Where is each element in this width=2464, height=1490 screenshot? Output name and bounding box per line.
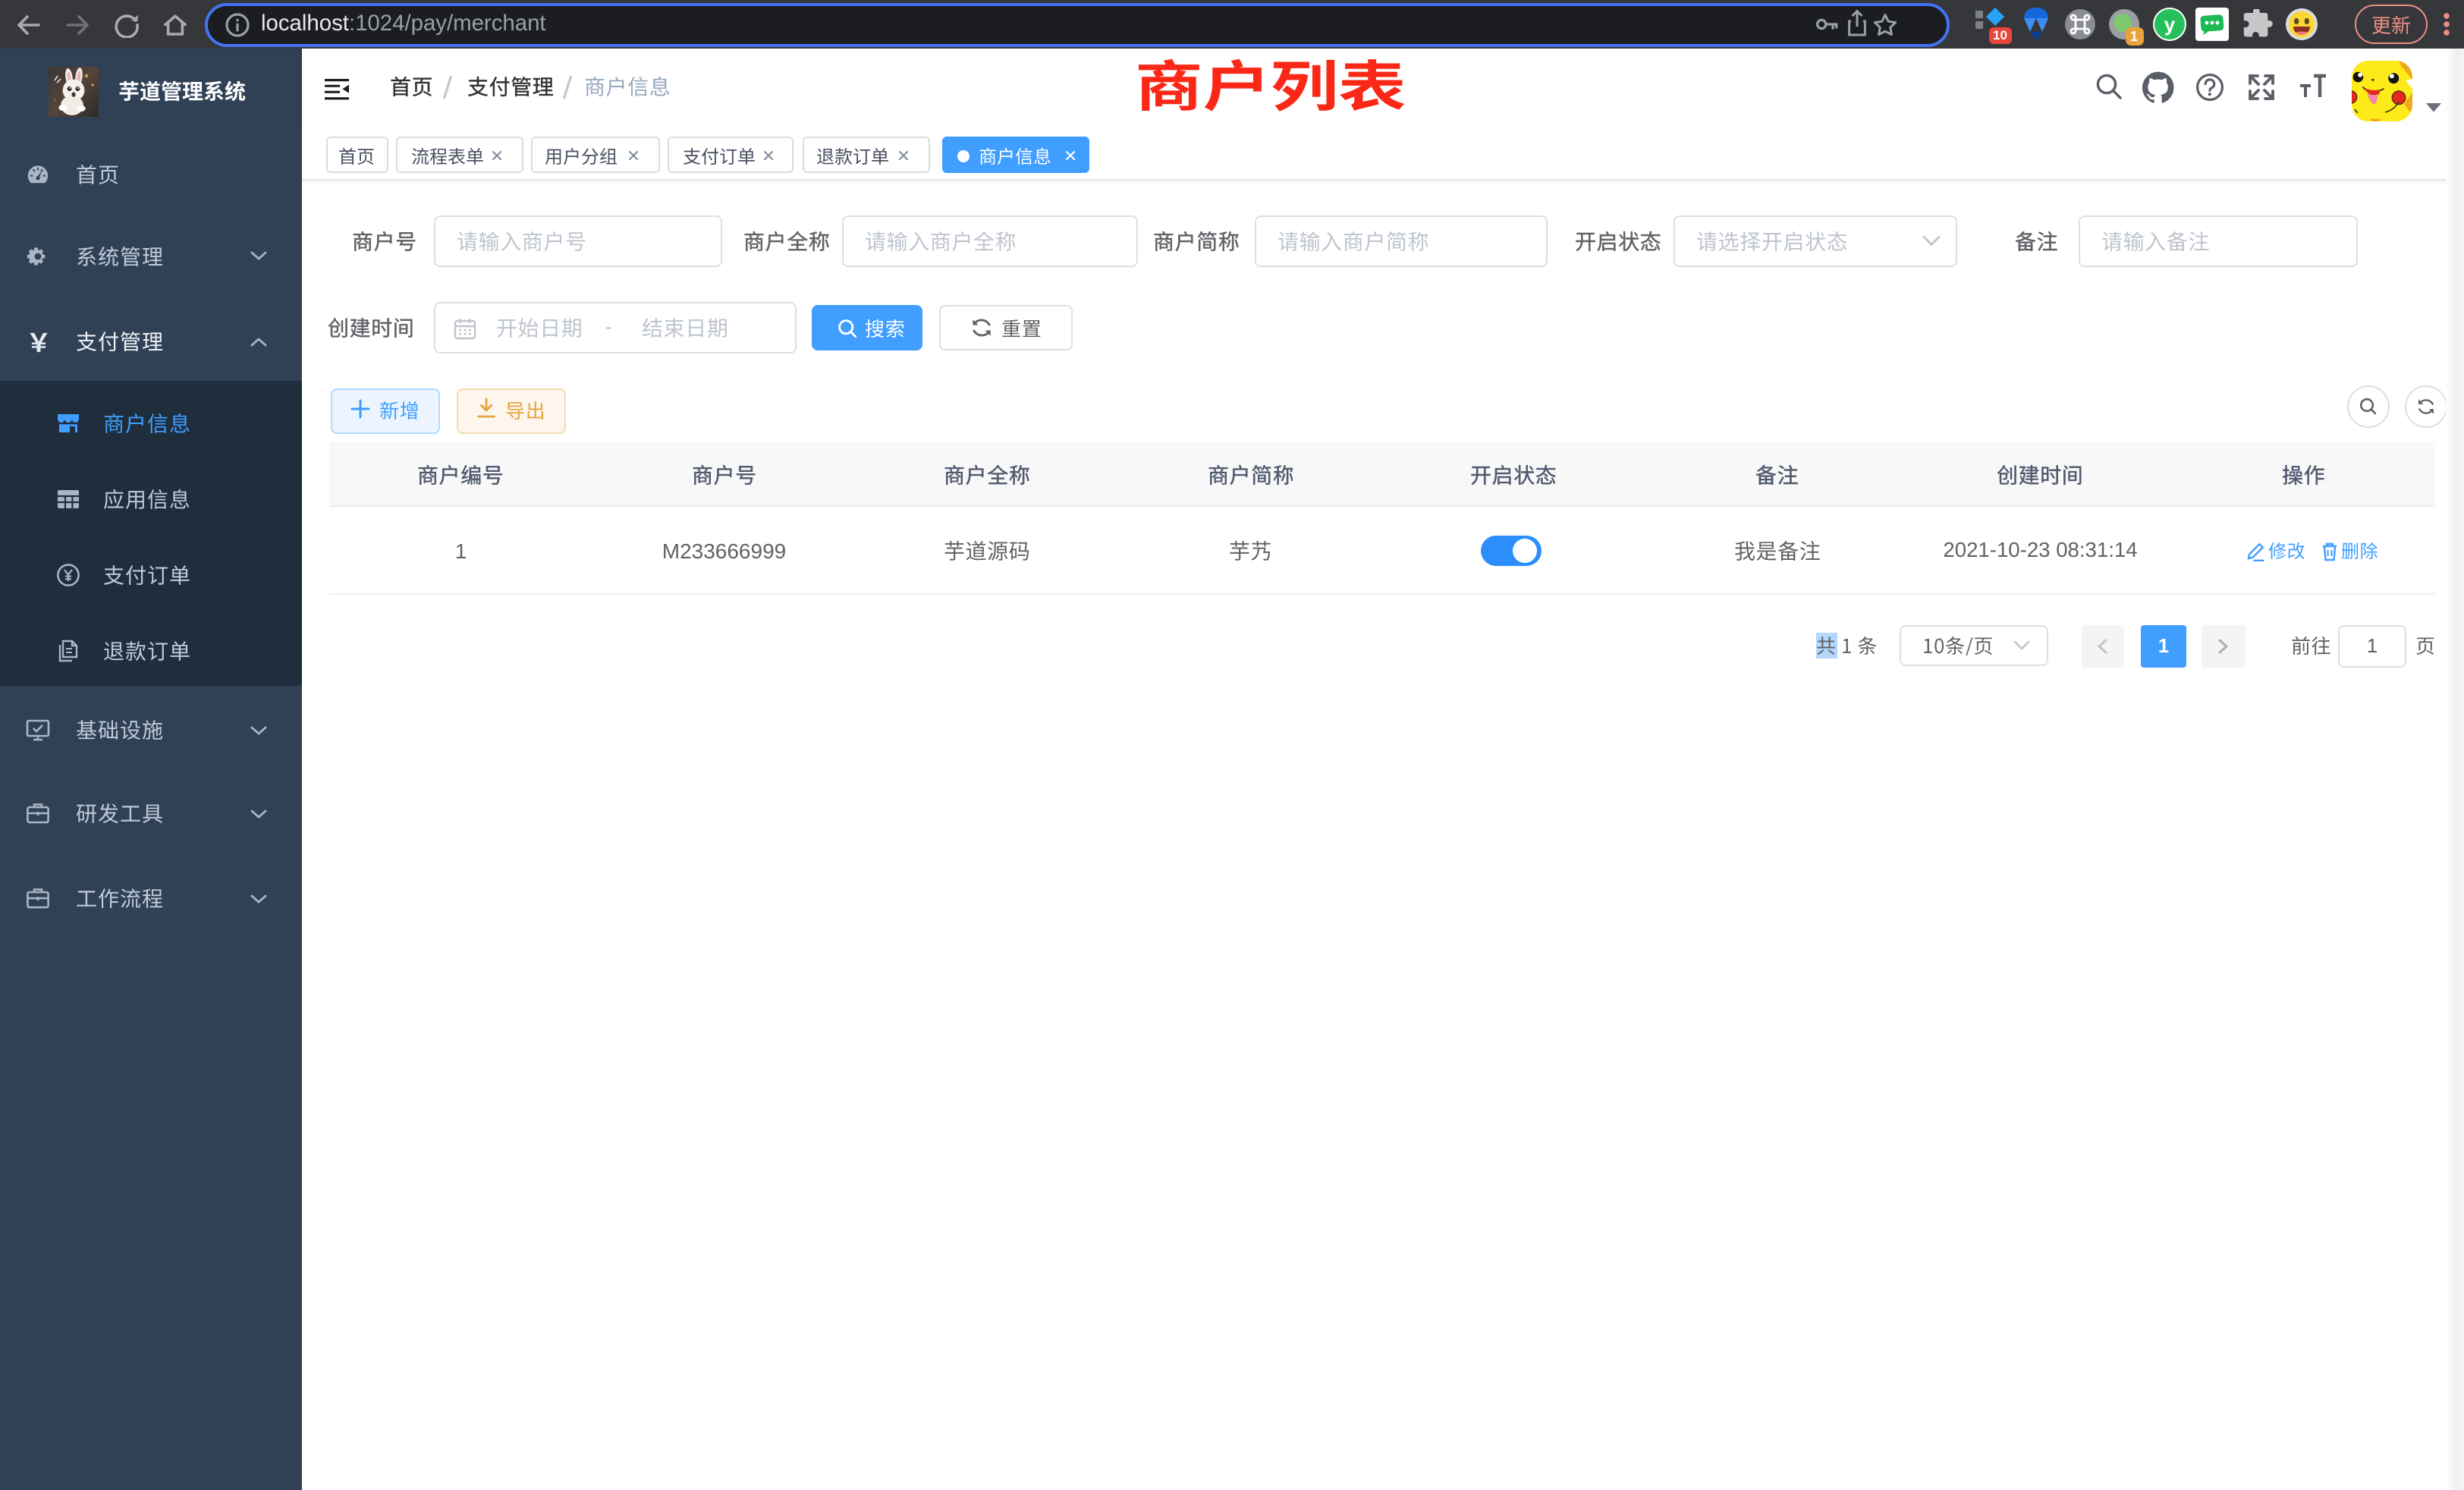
svg-text:y: y — [2164, 13, 2175, 36]
